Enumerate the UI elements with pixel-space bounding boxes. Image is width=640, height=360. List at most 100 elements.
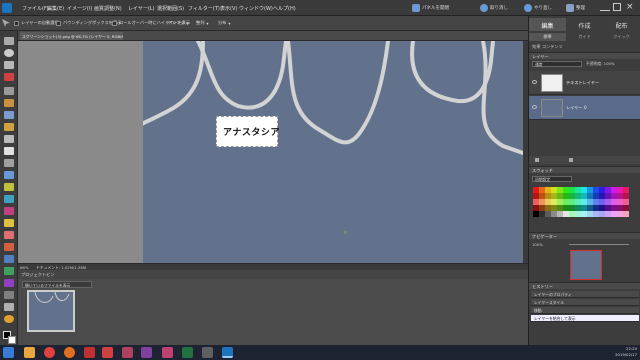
paint-bucket-tool[interactable] xyxy=(4,267,14,275)
shape-tool[interactable] xyxy=(4,291,14,299)
sponge-tool[interactable] xyxy=(4,315,14,323)
zoom-tool[interactable] xyxy=(4,49,14,57)
document-tab[interactable]: スクリーンショット(3).png @ 66.7% (レイヤー 0, RGB/8*… xyxy=(20,32,123,40)
document-canvas[interactable] xyxy=(143,41,523,263)
tab-share[interactable]: 配布 xyxy=(603,18,640,31)
delete-layer-icon[interactable] xyxy=(569,158,573,162)
pencil-tool[interactable] xyxy=(4,219,14,227)
history-header: ヒストリー xyxy=(529,282,640,289)
excel-icon[interactable] xyxy=(182,347,193,358)
subtab-full[interactable]: 標準 xyxy=(529,33,566,41)
eye-icon[interactable] xyxy=(532,105,537,109)
redo-button[interactable]: やり直し xyxy=(524,3,552,13)
clock[interactable]: 22:20 2019/02/17 xyxy=(615,346,637,357)
quick-selection-tool[interactable] xyxy=(4,123,14,131)
layers-footer xyxy=(529,156,640,164)
app-icon-a[interactable] xyxy=(84,347,95,358)
history-item[interactable]: 移動 xyxy=(531,307,639,314)
eyedropper-tool[interactable] xyxy=(4,73,14,81)
chrome-icon[interactable] xyxy=(44,347,55,358)
explorer-icon[interactable] xyxy=(24,347,35,358)
project-bin-thumbnail[interactable] xyxy=(27,290,75,332)
clone-stamp-tool[interactable] xyxy=(4,207,14,215)
app-icon-d[interactable] xyxy=(141,347,152,358)
swatch[interactable] xyxy=(623,211,629,217)
eraser-tool[interactable] xyxy=(4,231,14,239)
tab-edit[interactable]: 編集 xyxy=(529,18,566,31)
app-icon-e[interactable] xyxy=(162,347,173,358)
history-item-selected[interactable]: レイヤーを結合して表示 xyxy=(531,315,639,322)
project-bin-header: プロジェクトビン xyxy=(18,270,528,279)
red-eye-tool[interactable] xyxy=(4,135,14,143)
marquee-tool[interactable] xyxy=(4,87,14,95)
menu-filter[interactable]: フィルター(T) xyxy=(188,5,220,12)
app-icon-b[interactable] xyxy=(102,347,113,358)
tab-create[interactable]: 作成 xyxy=(566,18,603,31)
straighten-tool[interactable] xyxy=(4,183,14,191)
layer-row[interactable]: レイヤー 0 xyxy=(529,96,640,120)
close-button[interactable]: × xyxy=(626,2,634,12)
distribute-dropdown[interactable]: 分布 ▾ xyxy=(218,20,231,26)
blur-tool[interactable] xyxy=(4,303,14,311)
navigator-slider[interactable] xyxy=(569,244,629,245)
photoshop-elements-icon[interactable] xyxy=(222,347,233,358)
history-item[interactable]: レイヤーのプロパティ xyxy=(531,291,639,298)
hand-tool[interactable] xyxy=(4,61,14,69)
move-tool[interactable] xyxy=(4,37,14,45)
blend-mode-select[interactable]: 通常 xyxy=(532,61,582,67)
menu-select[interactable]: 選択範囲(S) xyxy=(157,5,184,12)
menu-edit[interactable]: 編集(E) xyxy=(47,5,64,12)
panel-toggle-button[interactable]: パネルを開閉 xyxy=(412,3,449,13)
opacity-field[interactable]: 不透明度: 100% xyxy=(586,61,615,67)
organizer-button[interactable]: 整理 xyxy=(566,3,585,13)
subtab-guided[interactable]: ガイド xyxy=(566,33,603,41)
app-icon-f[interactable] xyxy=(202,347,213,358)
menu-help[interactable]: ヘルプ(H) xyxy=(273,5,296,12)
text-layer-box[interactable]: アナスタシア xyxy=(216,116,279,147)
gradient-tool[interactable] xyxy=(4,279,14,287)
minimize-button[interactable] xyxy=(600,3,610,11)
chevron-down-icon: ▾ xyxy=(186,20,189,26)
taskbar: 22:20 2019/02/17 xyxy=(0,345,640,360)
start-icon[interactable] xyxy=(3,347,14,358)
spot-healing-tool[interactable] xyxy=(4,195,14,203)
menu-enhance[interactable]: 画質調整(N) xyxy=(94,5,122,12)
lasso-tool[interactable] xyxy=(4,99,14,107)
layer-thumbnail xyxy=(541,74,563,92)
auto-select-layer-checkbox[interactable]: レイヤーの自動選択 xyxy=(14,20,59,26)
history-item[interactable]: レイヤースタイル xyxy=(531,299,639,306)
menu-window[interactable]: ウィンドウ(W) xyxy=(239,5,273,12)
project-bin-dropdown[interactable]: 開いているファイルを表示 xyxy=(22,281,92,288)
menu-image[interactable]: イメージ(I) xyxy=(67,5,92,12)
type-tool[interactable] xyxy=(4,147,14,155)
swatch-grid[interactable] xyxy=(533,187,631,217)
layer-row[interactable]: テキストレイヤー xyxy=(529,71,640,95)
magic-wand-tool[interactable] xyxy=(4,111,14,119)
swatches-header: スウォッチ xyxy=(529,166,640,173)
layer-name: テキストレイヤー xyxy=(566,80,600,85)
eye-icon[interactable] xyxy=(532,80,537,84)
new-layer-icon[interactable] xyxy=(535,158,539,162)
firefox-icon[interactable] xyxy=(64,347,75,358)
app-icon xyxy=(2,3,12,13)
crop-tool[interactable] xyxy=(4,159,14,167)
menu-file[interactable]: ファイル(F) xyxy=(22,5,49,12)
maximize-button[interactable] xyxy=(613,3,621,11)
background-color-swatch[interactable] xyxy=(8,336,16,344)
menu-view[interactable]: 表示(V) xyxy=(220,5,237,12)
align-dropdown[interactable]: 整列 ▾ xyxy=(196,20,209,26)
brush-tool[interactable] xyxy=(4,243,14,251)
chevron-down-icon: ▾ xyxy=(206,20,209,26)
smart-brush-tool[interactable] xyxy=(4,255,14,263)
subtab-quick[interactable]: クイック xyxy=(603,33,640,41)
arrange-dropdown[interactable]: アレンジ ▾ xyxy=(168,20,189,26)
cookie-cutter-tool[interactable] xyxy=(4,171,14,179)
app-icon-c[interactable] xyxy=(122,347,133,358)
menu-bar: ファイル(F) 編集(E) イメージ(I) 画質調整(N) レイヤー(L) 選択… xyxy=(0,0,640,16)
swatch-set-select[interactable]: 初期設定 xyxy=(532,176,572,182)
undo-button[interactable]: 取り消し xyxy=(480,3,508,13)
effects-tab[interactable]: 効果 コンテンツ xyxy=(532,44,563,50)
navigator-zoom[interactable]: 100% xyxy=(532,242,543,247)
navigator-preview[interactable] xyxy=(570,250,602,280)
menu-layer[interactable]: レイヤー(L) xyxy=(128,5,155,12)
